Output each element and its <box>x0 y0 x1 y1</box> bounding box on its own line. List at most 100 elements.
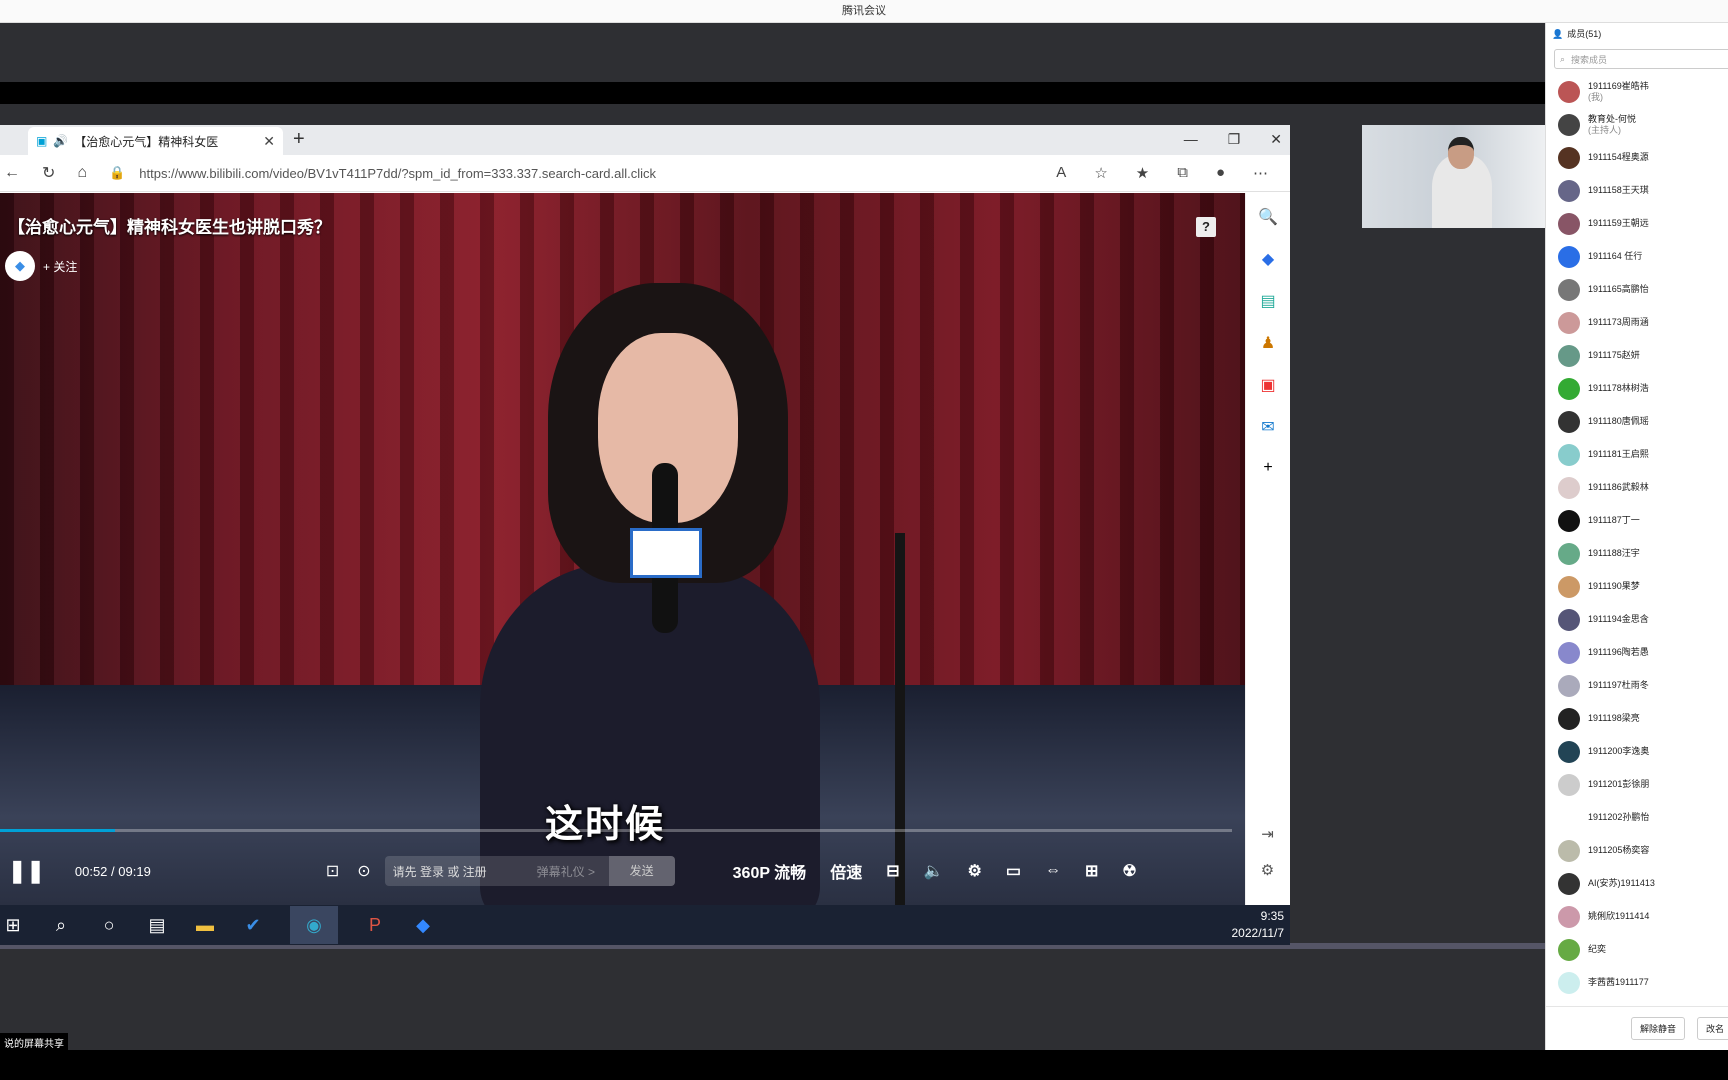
danmaku-toggle-icon[interactable]: ⊡ <box>326 861 339 881</box>
member-item[interactable]: 1911159王朝远 <box>1546 207 1728 240</box>
member-item[interactable]: 1911181王启熙 <box>1546 438 1728 471</box>
todo-icon[interactable]: ✔ <box>242 914 264 936</box>
close-window-icon[interactable]: ✕ <box>1270 131 1282 148</box>
fullscreen-icon[interactable]: ☢ <box>1122 861 1136 881</box>
player-controls: ❚❚ 00:52 / 09:19 ⊡ ⊙ 请先 登录 或 注册 弹幕礼仪 > 发… <box>0 851 1245 891</box>
favorites-icon[interactable]: ★ <box>1136 164 1149 182</box>
unmute-all-button[interactable]: 解除静音 <box>1631 1017 1686 1040</box>
powerpoint-icon[interactable]: P <box>364 914 386 936</box>
follow-area: ◆ + 关注 <box>5 251 77 281</box>
speed-button[interactable]: 倍速 <box>830 859 862 883</box>
member-name: 1911165高鹏怡 <box>1588 284 1649 294</box>
member-item[interactable]: 1911173周雨涵 <box>1546 306 1728 339</box>
refresh-icon[interactable]: ↻ <box>42 163 55 183</box>
settings-icon[interactable]: ⚙ <box>968 861 982 881</box>
back-icon[interactable]: ← <box>4 164 20 182</box>
webfullscreen-icon[interactable]: ⊞ <box>1085 861 1098 881</box>
member-item[interactable]: 1911164 任行 <box>1546 240 1728 273</box>
url-text: https://www.bilibili.com/video/BV1vT411P… <box>139 165 657 181</box>
help-icon[interactable]: ? <box>1196 217 1216 237</box>
member-item[interactable]: 教育处-何悦 (主持人) <box>1546 108 1728 141</box>
member-name: 1911187丁一 <box>1588 515 1640 525</box>
member-item[interactable]: 1911190果梦 <box>1546 570 1728 603</box>
sidebar-settings-icon[interactable]: ⚙ <box>1261 861 1274 879</box>
edge-icon[interactable]: ◉ <box>290 906 338 944</box>
subtitle-toggle-icon[interactable]: ⊟ <box>886 861 899 881</box>
member-item[interactable]: 1911180唐佩瑶 <box>1546 405 1728 438</box>
office-icon[interactable]: ▣ <box>1260 375 1275 395</box>
panel-footer: 解除静音 改名 <box>1546 1006 1728 1050</box>
file-explorer-icon[interactable]: ▬ <box>194 914 216 936</box>
send-button[interactable]: 发送 <box>608 856 675 886</box>
member-avatar <box>1558 707 1580 730</box>
danmaku-input[interactable]: 请先 登录 或 注册 弹幕礼仪 > 发送 <box>384 856 675 886</box>
member-name: 1911198梁亮 <box>1588 713 1640 723</box>
volume-icon[interactable]: 🔈 <box>924 861 944 881</box>
restore-icon[interactable]: ❐ <box>1228 131 1241 148</box>
member-item[interactable]: 1911200李逸奥 <box>1546 735 1728 768</box>
pip-icon[interactable]: ▭ <box>1006 861 1021 881</box>
member-item[interactable]: 李茜茜1911177 <box>1546 966 1728 999</box>
task-view-icon[interactable]: ▤ <box>146 914 168 936</box>
add-icon[interactable]: + <box>1263 459 1272 477</box>
pause-icon[interactable]: ❚❚ <box>8 858 45 884</box>
read-aloud-icon[interactable]: A <box>1056 164 1066 182</box>
taskbar-clock[interactable]: 9:35 2022/11/7 <box>1232 908 1285 942</box>
tools-icon[interactable]: ▤ <box>1260 291 1275 311</box>
search-icon[interactable]: 🔍 <box>1258 207 1278 227</box>
member-item[interactable]: 1911165高鹏怡 <box>1546 273 1728 306</box>
url-field[interactable]: 🔒 https://www.bilibili.com/video/BV1vT41… <box>109 165 1034 181</box>
member-item[interactable]: 1911205杨奕容 <box>1546 834 1728 867</box>
danmaku-settings-icon[interactable]: ⊙ <box>357 861 370 881</box>
member-item[interactable]: 1911158王天琪 <box>1546 174 1728 207</box>
start-icon[interactable]: ⊞ <box>2 914 24 936</box>
outlook-icon[interactable]: ✉ <box>1261 417 1274 437</box>
meeting-icon[interactable]: ◆ <box>412 914 434 936</box>
member-item[interactable]: 1911198梁亮 <box>1546 702 1728 735</box>
quality-button[interactable]: 360P 流畅 <box>733 859 807 883</box>
member-item[interactable]: 1911187丁一 <box>1546 504 1728 537</box>
follow-button[interactable]: + 关注 <box>43 258 77 275</box>
member-item[interactable]: 1911186武毅林 <box>1546 471 1728 504</box>
add-favorite-icon[interactable]: ☆ <box>1094 164 1107 182</box>
cortana-icon[interactable]: ○ <box>98 914 120 936</box>
member-avatar <box>1558 971 1580 994</box>
member-item[interactable]: 1911175赵妍 <box>1546 339 1728 372</box>
member-item[interactable]: 1911154程奥源 <box>1546 141 1728 174</box>
member-avatar <box>1558 839 1580 862</box>
video-player[interactable]: 【治愈心元气】精神科女医生也讲脱口秀？ ◆ + 关注 ? 这时候 ❚❚ 00:5… <box>0 193 1245 905</box>
collections-icon[interactable]: ⧉ <box>1177 164 1188 182</box>
widescreen-icon[interactable]: ⇔ <box>1045 862 1061 880</box>
rename-button[interactable]: 改名 <box>1697 1017 1728 1040</box>
members-title: 成员(51) <box>1567 29 1602 39</box>
close-icon[interactable]: ✕ <box>263 133 275 150</box>
member-item[interactable]: 1911194金思含 <box>1546 603 1728 636</box>
new-tab-icon[interactable]: + <box>293 128 305 151</box>
member-item[interactable]: 1911178林树浩 <box>1546 372 1728 405</box>
member-item[interactable]: 1911201彭徐朋 <box>1546 768 1728 801</box>
progress-bar[interactable] <box>0 829 1232 832</box>
games-icon[interactable]: ♟ <box>1261 333 1275 353</box>
search-icon[interactable]: ⌕ <box>50 914 72 936</box>
member-item[interactable]: 1911197杜雨冬 <box>1546 669 1728 702</box>
profile-icon[interactable]: ● <box>1216 164 1225 182</box>
member-item[interactable]: AI(安苏)1911413 <box>1546 867 1728 900</box>
member-avatar <box>1558 410 1580 433</box>
member-item[interactable]: 1911169崔皓祎 (我) <box>1546 75 1728 108</box>
member-search-input[interactable]: ⌕ 搜索成员 <box>1554 49 1728 69</box>
bottom-bar <box>0 1050 1728 1080</box>
member-item[interactable]: 纪奕 <box>1546 933 1728 966</box>
member-avatar <box>1558 542 1580 565</box>
member-item[interactable]: 1911202孙鹏怡 <box>1546 801 1728 834</box>
browser-tab[interactable]: ▣ 🔊 【治愈心元气】精神科女医 ✕ <box>28 127 283 155</box>
minimize-icon[interactable]: — <box>1184 131 1198 148</box>
member-item[interactable]: 1911188汪宇 <box>1546 537 1728 570</box>
home-icon[interactable]: ⌂ <box>77 164 87 182</box>
hide-sidebar-icon[interactable]: ⇥ <box>1261 825 1274 843</box>
shopping-icon[interactable]: ◆ <box>1262 249 1274 269</box>
member-item[interactable]: 1911196陶若愚 <box>1546 636 1728 669</box>
member-item[interactable]: 姚俐欣1911414 <box>1546 900 1728 933</box>
camera-thumbnail[interactable] <box>1362 125 1545 228</box>
uploader-avatar[interactable]: ◆ <box>5 251 35 281</box>
more-icon[interactable]: ⋯ <box>1253 164 1268 182</box>
